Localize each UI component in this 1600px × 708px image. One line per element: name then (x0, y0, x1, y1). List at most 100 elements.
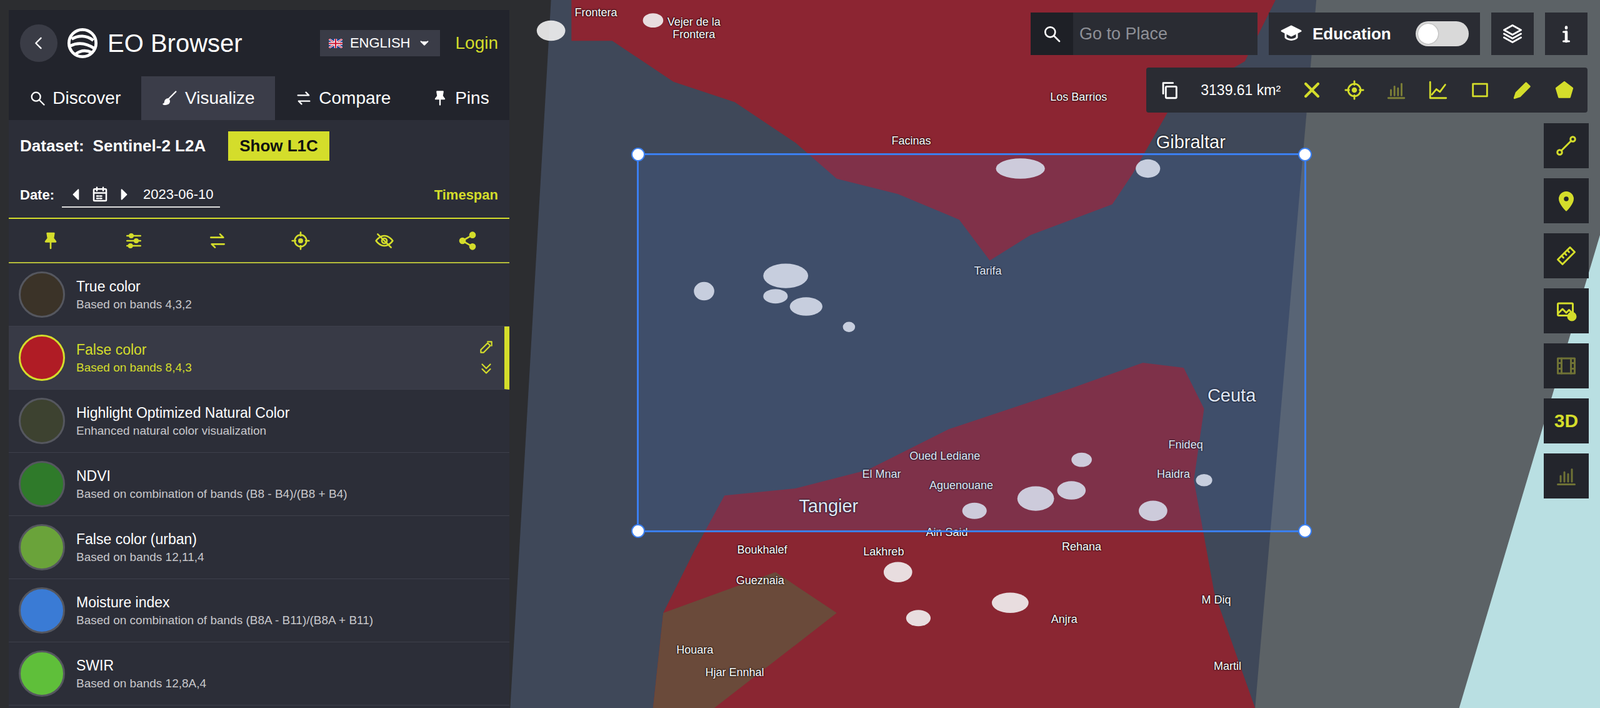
search-input[interactable] (1073, 12, 1258, 55)
image-tool-button[interactable] (1543, 288, 1589, 334)
eyeoff-icon (374, 230, 395, 251)
label-tool-button[interactable]: 3D (1543, 398, 1589, 444)
polygon-button[interactable] (1553, 79, 1575, 101)
back-icon (30, 34, 48, 52)
layer-item[interactable]: NDVI Based on combination of bands (B8 -… (8, 452, 510, 516)
resize-handle[interactable] (1298, 523, 1312, 538)
layer-item[interactable]: False color Based on bands 8,4,3 (8, 326, 510, 390)
layer-tool-button[interactable] (207, 230, 228, 251)
eo-browser: FronteraVejer de la FronteraLos BarriosF… (0, 0, 1600, 708)
share-icon (457, 230, 478, 251)
expand-layer-button[interactable] (478, 360, 495, 377)
layer-thumbnail (18, 334, 65, 381)
layer-item[interactable]: Highlight Optimized Natural Color Enhanc… (8, 389, 510, 453)
rectangle-button[interactable] (1469, 79, 1491, 101)
tab[interactable]: Compare (275, 76, 412, 120)
map-label: Frontera (574, 5, 617, 19)
histogram-button[interactable] (1385, 79, 1407, 101)
layer-title: NDVI (76, 467, 500, 485)
info-icon (1555, 22, 1578, 45)
tab[interactable]: Pins (411, 76, 510, 120)
resize-handle[interactable] (631, 523, 645, 538)
date-value: 2023-06-10 (143, 186, 214, 203)
layer-item[interactable]: True color Based on bands 4,3,2 (8, 263, 510, 327)
back-button[interactable] (20, 24, 58, 62)
layer-title: SWIR (76, 656, 500, 674)
layer-thumbnail (18, 397, 65, 444)
resize-handle[interactable] (631, 147, 645, 162)
search-box[interactable] (1030, 12, 1258, 55)
date-label: Date: (20, 186, 55, 204)
layer-tool-button[interactable] (457, 230, 478, 251)
timespan-button[interactable]: Timespan (434, 186, 499, 204)
edit-layer-button[interactable] (478, 338, 495, 355)
education-mode[interactable]: Education (1268, 12, 1480, 55)
center-icon (1343, 79, 1365, 101)
layer-item[interactable]: SWIR Based on bands 12,8A,4 (8, 641, 510, 705)
pin-icon (431, 89, 449, 107)
layer-tool-button[interactable] (290, 230, 311, 251)
search-button[interactable] (1030, 12, 1074, 55)
layer-tool-button[interactable] (40, 230, 61, 251)
layers-button[interactable] (1491, 12, 1534, 55)
tab[interactable]: Visualize (141, 76, 275, 120)
layer-subtitle: Based on bands 4,3,2 (76, 297, 500, 312)
uk-flag-icon (328, 38, 343, 49)
crosshair-icon (290, 230, 311, 251)
map-tools: 3D (1543, 123, 1589, 499)
map-label: Martil (1213, 659, 1242, 673)
chart-button[interactable] (1427, 79, 1449, 101)
selection-rectangle[interactable] (636, 153, 1307, 532)
aoi-area: 3139.61 km² (1200, 81, 1281, 99)
next-date-button[interactable] (115, 186, 132, 203)
dataset-row: Dataset: Sentinel-2 L2A Show L1C (8, 120, 510, 172)
date-field[interactable]: 2023-06-10 (61, 182, 220, 208)
layer-subtitle: Based on combination of bands (B8 - B4)/… (76, 486, 500, 501)
stats-icon (1555, 464, 1578, 487)
sliders-icon (123, 230, 144, 251)
marker-tool-button[interactable] (1543, 178, 1589, 224)
close-icon (1301, 79, 1323, 101)
stats-tool-button[interactable] (1543, 453, 1589, 499)
layers-icon (1501, 22, 1524, 45)
map-label: Rehana (1061, 539, 1102, 553)
map-label: Los Barrios (1050, 90, 1107, 104)
path-tool-button[interactable] (1543, 123, 1589, 169)
info-button[interactable] (1545, 12, 1588, 55)
previous-date-button[interactable] (68, 186, 85, 203)
layer-thumbnail (18, 460, 65, 507)
layer-title: Highlight Optimized Natural Color (76, 404, 500, 422)
layer-toolbar (8, 217, 510, 264)
layer-item[interactable]: False color (urban) Based on bands 12,11… (8, 515, 510, 579)
pencil-button[interactable] (1511, 79, 1534, 101)
layer-tool-button[interactable] (374, 230, 395, 251)
layer-item[interactable]: Moisture index Based on combination of b… (8, 578, 510, 642)
layer-subtitle: Based on bands 12,11,4 (76, 550, 500, 564)
map-label: Facinas (891, 134, 931, 148)
resize-handle[interactable] (1298, 147, 1312, 162)
tab[interactable]: Discover (8, 76, 142, 120)
copy-button[interactable] (1158, 79, 1180, 101)
layer-thumbnail (18, 271, 65, 318)
education-label: Education (1312, 24, 1406, 44)
ruler-icon (1555, 244, 1578, 267)
aoi-toolbar: 3139.61 km² (1146, 67, 1588, 113)
layer-list: True color Based on bands 4,3,2 False co… (8, 263, 510, 708)
center-button[interactable] (1343, 79, 1365, 101)
calendar-button[interactable] (90, 185, 110, 204)
login-link[interactable]: Login (455, 33, 499, 54)
swap-icon (207, 230, 228, 251)
map-label: M Diq (1201, 592, 1232, 606)
film-tool-button[interactable] (1543, 343, 1589, 389)
layer-subtitle: Based on bands 12,8A,4 (76, 676, 500, 690)
edit-icon (478, 338, 495, 355)
education-toggle[interactable] (1415, 21, 1469, 47)
layer-title: Moisture index (76, 593, 500, 611)
ruler-tool-button[interactable] (1543, 233, 1589, 279)
language-dropdown[interactable]: ENGLISH (320, 30, 441, 57)
layer-tool-button[interactable] (123, 230, 144, 251)
show-l1c-button[interactable]: Show L1C (228, 131, 330, 161)
map-label: Anjra (1051, 611, 1078, 625)
close-button[interactable] (1301, 79, 1323, 101)
map-label: Boukhalef (737, 542, 788, 556)
